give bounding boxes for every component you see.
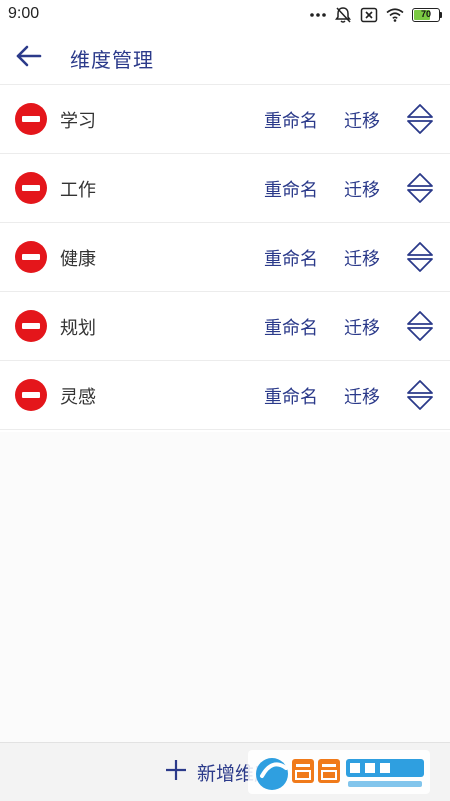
battery-level: 70 <box>420 9 431 19</box>
minus-icon <box>22 185 40 191</box>
dimension-name: 规划 <box>60 318 96 339</box>
migrate-button[interactable]: 迁移 <box>344 383 380 409</box>
minus-icon <box>22 323 40 329</box>
sort-handle[interactable] <box>404 240 436 274</box>
wifi-icon <box>386 8 404 22</box>
remove-dimension-button[interactable] <box>15 310 47 342</box>
rename-button[interactable]: 重命名 <box>264 176 318 202</box>
dimension-name: 工作 <box>60 180 96 201</box>
battery-tip <box>440 12 442 18</box>
sort-arrows-icon <box>404 173 436 209</box>
more-dots-icon <box>310 12 326 18</box>
minus-icon <box>22 254 40 260</box>
dimension-row: 规划 重命名 迁移 <box>0 292 450 361</box>
arrow-left-icon <box>16 45 42 71</box>
sort-handle[interactable] <box>404 171 436 205</box>
sort-arrows-icon <box>404 380 436 416</box>
app-bar: 维度管理 <box>0 30 450 85</box>
sort-arrows-icon <box>404 311 436 347</box>
migrate-button[interactable]: 迁移 <box>344 314 380 340</box>
empty-area <box>0 432 450 742</box>
rename-button[interactable]: 重命名 <box>264 245 318 271</box>
migrate-button[interactable]: 迁移 <box>344 176 380 202</box>
dimension-row: 工作 重命名 迁移 <box>0 154 450 223</box>
battery-indicator: 70 <box>412 8 442 22</box>
minus-icon <box>22 116 40 122</box>
migrate-button[interactable]: 迁移 <box>344 245 380 271</box>
dimension-list: 学习 重命名 迁移 工作 重命名 迁移 健康 重命名 迁移 规划 重命名 迁移 … <box>0 85 450 430</box>
remove-dimension-button[interactable] <box>15 172 47 204</box>
dimension-name: 学习 <box>60 111 96 132</box>
battery-icon: 70 <box>412 8 440 22</box>
plus-icon <box>165 759 187 785</box>
migrate-button[interactable]: 迁移 <box>344 107 380 133</box>
dimension-name: 健康 <box>60 249 96 270</box>
sort-arrows-icon <box>404 104 436 140</box>
rename-button[interactable]: 重命名 <box>264 107 318 133</box>
remove-dimension-button[interactable] <box>15 103 47 135</box>
dimension-row: 学习 重命名 迁移 <box>0 85 450 154</box>
site-watermark-logo <box>248 750 430 794</box>
minus-icon <box>22 392 40 398</box>
dimension-row: 灵感 重命名 迁移 <box>0 361 450 430</box>
status-time: 9:00 <box>8 5 40 22</box>
sort-handle[interactable] <box>404 102 436 136</box>
remove-dimension-button[interactable] <box>15 241 47 273</box>
dimension-name: 灵感 <box>60 387 96 408</box>
rename-button[interactable]: 重命名 <box>264 383 318 409</box>
status-bar: 9:00 70 <box>0 0 450 30</box>
back-button[interactable] <box>12 41 46 75</box>
sort-arrows-icon <box>404 242 436 278</box>
rename-button[interactable]: 重命名 <box>264 314 318 340</box>
alarm-off-icon <box>334 6 352 24</box>
dimension-row: 健康 重命名 迁移 <box>0 223 450 292</box>
sort-handle[interactable] <box>404 378 436 412</box>
page-title: 维度管理 <box>70 48 154 72</box>
sim-off-icon <box>360 7 378 23</box>
remove-dimension-button[interactable] <box>15 379 47 411</box>
sort-handle[interactable] <box>404 309 436 343</box>
status-icons: 70 <box>310 4 442 26</box>
